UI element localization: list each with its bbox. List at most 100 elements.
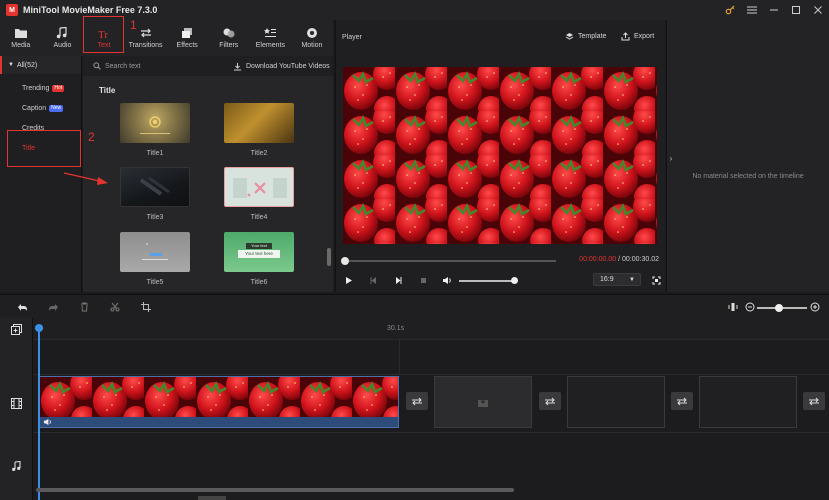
player-header: Player Template Export — [336, 20, 665, 54]
video-preview[interactable] — [343, 67, 657, 244]
title-thumb-5[interactable] — [120, 232, 190, 272]
zoom-out-icon — [745, 302, 755, 312]
volume-slider[interactable] — [459, 277, 518, 284]
export-button[interactable]: Export — [621, 32, 654, 41]
title-thumb-3[interactable] — [120, 167, 190, 207]
zoom-slider[interactable] — [757, 304, 807, 312]
category-trending[interactable]: Trending Hot — [0, 78, 81, 98]
search-input[interactable]: Search text — [93, 62, 223, 70]
aspect-ratio-value: 16:9 — [600, 276, 614, 283]
minimize-icon[interactable] — [763, 0, 785, 20]
close-icon[interactable] — [807, 0, 829, 20]
transition-arrows-icon — [677, 397, 687, 405]
crop-button[interactable] — [140, 301, 152, 313]
title1-preview — [140, 116, 170, 134]
title-thumb-6[interactable]: Your text Your text here — [224, 232, 294, 272]
strawberries-image — [343, 67, 657, 244]
timeline-scroll-thumb[interactable] — [198, 496, 226, 500]
stop-button[interactable] — [417, 274, 429, 286]
timeline-scrollbar[interactable] — [36, 488, 514, 492]
track-divider — [33, 432, 829, 433]
title-thumb-2[interactable] — [224, 103, 294, 143]
chevron-down-icon: ▼ — [629, 276, 635, 283]
menu-icon[interactable] — [741, 0, 763, 20]
title-thumb-4[interactable] — [224, 167, 294, 207]
app-title: MiniTool MovieMaker Free 7.3.0 — [23, 5, 158, 15]
fullscreen-icon — [652, 276, 660, 284]
transition-slot[interactable] — [803, 392, 825, 410]
thumb-label: Title3 — [146, 214, 164, 221]
thumb-label: Title6 — [250, 279, 268, 286]
playhead-handle[interactable] — [35, 324, 43, 332]
annotation-box-title — [7, 130, 81, 167]
export-icon — [621, 32, 630, 41]
playback-controls: 16:9 ▼ — [342, 272, 662, 288]
transition-slot[interactable] — [539, 392, 561, 410]
undo-button[interactable] — [16, 301, 28, 313]
tab-filters[interactable]: Filters — [208, 20, 250, 56]
thumb6-caption-line2: Your text here — [238, 250, 280, 258]
transition-arrows-icon — [412, 397, 422, 405]
transition-slot[interactable] — [406, 392, 428, 410]
text-track-end — [399, 340, 400, 374]
tab-audio[interactable]: Audio — [42, 20, 84, 56]
tab-media[interactable]: Media — [0, 20, 42, 56]
empty-clip-slot[interactable] — [567, 376, 665, 428]
delete-button[interactable] — [78, 301, 90, 313]
category-label: Trending — [22, 84, 50, 92]
playback-progress[interactable] — [341, 257, 556, 265]
previous-frame-button[interactable] — [367, 274, 379, 286]
timeline: 0s 30.1s — [0, 318, 829, 500]
maximize-icon[interactable] — [785, 0, 807, 20]
fullscreen-button[interactable] — [650, 274, 662, 286]
app-logo: M — [6, 4, 18, 16]
title-thumb-1[interactable] — [120, 103, 190, 143]
play-button[interactable] — [342, 274, 354, 286]
empty-clip-slot[interactable] — [434, 376, 532, 428]
media-scrollbar[interactable] — [327, 248, 331, 266]
download-youtube-button[interactable]: Download YouTube Videos — [233, 62, 330, 71]
elements-icon — [264, 28, 277, 37]
clip-audio-bar[interactable] — [40, 417, 398, 427]
media-panel: Search text Download YouTube Videos Titl… — [83, 56, 333, 292]
category-caption[interactable]: Caption New — [0, 98, 81, 118]
template-button[interactable]: Template — [565, 32, 606, 41]
time-ruler[interactable]: 0s 30.1s — [33, 318, 829, 340]
tab-motion[interactable]: Motion — [291, 20, 333, 56]
title5-preview — [142, 243, 168, 260]
properties-empty-text: No material selected on the timeline — [692, 173, 804, 180]
chevron-right-icon[interactable]: › — [667, 150, 675, 166]
video-clip[interactable] — [39, 376, 399, 428]
tab-elements[interactable]: Elements — [250, 20, 292, 56]
text-track-header — [0, 340, 33, 374]
import-icon — [478, 397, 488, 407]
audio-track-header — [0, 432, 33, 500]
tab-effects[interactable]: Effects — [166, 20, 208, 56]
key-icon[interactable] — [719, 0, 741, 20]
redo-icon — [48, 303, 58, 311]
fit-timeline-button[interactable] — [727, 301, 739, 313]
split-button[interactable] — [109, 301, 121, 313]
speaker-icon — [443, 276, 451, 284]
volume-knob[interactable] — [511, 277, 518, 284]
playhead[interactable] — [38, 326, 40, 500]
player-title: Player — [342, 33, 362, 41]
speaker-icon — [43, 418, 51, 426]
zoom-in-button[interactable] — [809, 301, 821, 313]
tab-label: Transitions — [128, 42, 163, 49]
zoom-knob[interactable] — [775, 304, 783, 312]
add-track-button[interactable] — [0, 318, 33, 340]
progress-knob[interactable] — [341, 257, 349, 265]
zoom-out-button[interactable] — [744, 301, 756, 313]
transition-arrows-icon — [809, 397, 819, 405]
timecode: 00:00:00.00 / 00:00:30.02 — [579, 256, 659, 263]
category-all[interactable]: ▼ All(52) — [0, 56, 81, 74]
next-frame-button[interactable] — [392, 274, 404, 286]
redo-button[interactable] — [47, 301, 59, 313]
current-time: 00:00:00.00 — [579, 256, 617, 263]
aspect-ratio-select[interactable]: 16:9 ▼ — [593, 273, 641, 286]
empty-clip-slot[interactable] — [699, 376, 797, 428]
volume-button[interactable] — [441, 274, 453, 286]
add-track-icon — [10, 323, 22, 335]
transition-slot[interactable] — [671, 392, 693, 410]
